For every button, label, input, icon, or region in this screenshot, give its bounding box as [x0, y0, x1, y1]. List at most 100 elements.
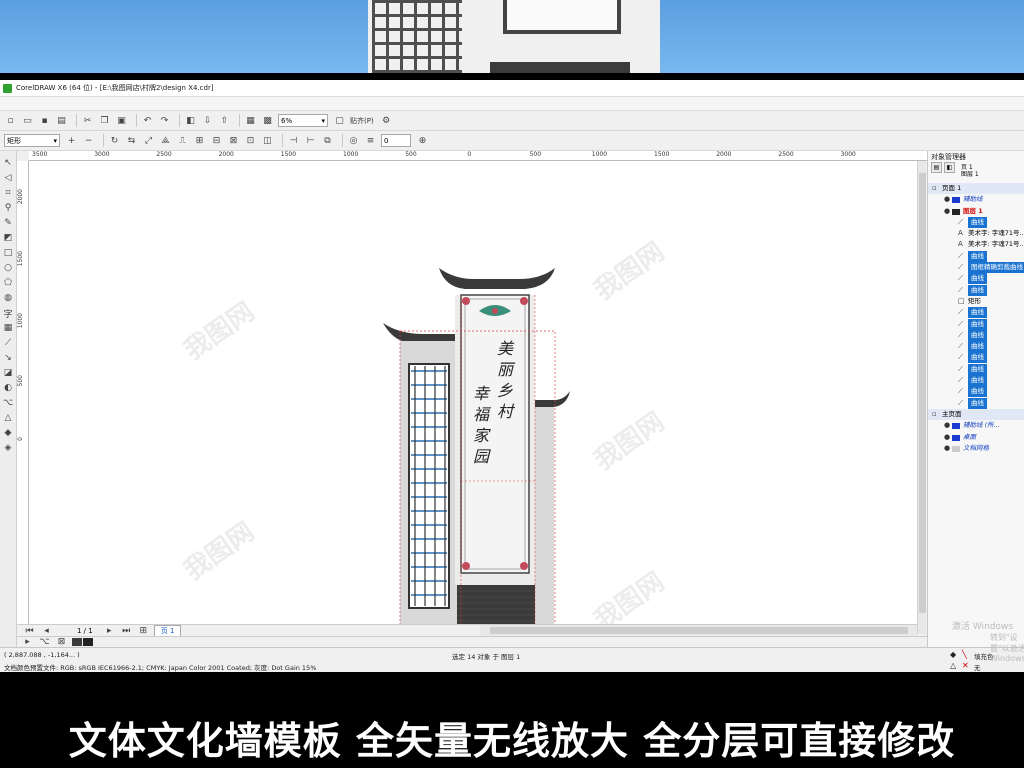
- vertical-scroll-thumb[interactable]: [919, 173, 926, 613]
- no-outline-icon[interactable]: ✕: [962, 661, 969, 670]
- horizontal-scrollbar[interactable]: [480, 624, 917, 636]
- angle-field[interactable]: 0: [381, 134, 411, 147]
- color-swatch[interactable]: [83, 638, 93, 646]
- object-tree-item[interactable]: ▫ 页面 1: [928, 183, 1024, 195]
- object-tree-item[interactable]: ⟋ 曲线: [928, 363, 1024, 375]
- object-tree-item[interactable]: ⟋ 曲线: [928, 375, 1024, 387]
- object-tree-item[interactable]: ⟋ 曲线: [928, 273, 1024, 285]
- color-profile-text[interactable]: 文档颜色预置文件: RGB: sRGB IEC61966-2.1; CMYK: …: [4, 662, 316, 672]
- polygon-tool-icon[interactable]: ⬠: [2, 277, 14, 289]
- object-tree-item[interactable]: A 美术字: 字魂71号...: [928, 228, 1024, 239]
- ruler-h-label: 500: [405, 151, 417, 158]
- object-tree-item[interactable]: ⟋ 曲线: [928, 397, 1024, 409]
- new-icon[interactable]: ▫: [4, 114, 17, 127]
- save-icon[interactable]: ▪: [38, 114, 51, 127]
- show-properties-icon[interactable]: ▤: [931, 162, 942, 173]
- color-swatch[interactable]: [72, 638, 82, 646]
- arrange-icon[interactable]: ⧉: [321, 134, 334, 147]
- distribute-icon[interactable]: ⊢: [304, 134, 317, 147]
- object-tree-label: 辅助线: [963, 195, 983, 204]
- mirror-icon[interactable]: ⇆: [125, 134, 138, 147]
- contour-icon[interactable]: ◎: [347, 134, 360, 147]
- object-tree-item[interactable]: ⟋ 曲线: [928, 284, 1024, 296]
- text-tool-icon[interactable]: 字: [2, 307, 14, 320]
- interactive-fill-icon[interactable]: ◈: [2, 442, 14, 454]
- basic-shapes-icon[interactable]: ◍: [2, 292, 14, 304]
- eyedropper-icon[interactable]: ⌥: [2, 397, 14, 409]
- rectangle-tool-icon[interactable]: □: [2, 247, 14, 259]
- outline-width-icon[interactable]: ≡: [364, 134, 377, 147]
- weld-icon[interactable]: ⊟: [210, 134, 223, 147]
- fill-tool-icon[interactable]: ◆: [2, 427, 14, 439]
- undo-icon[interactable]: ↶: [141, 114, 154, 127]
- object-tree-label: 曲线: [968, 307, 987, 319]
- object-tree-item[interactable]: ⟋ 曲线: [928, 318, 1024, 330]
- transparency-tool-icon[interactable]: ◐: [2, 382, 14, 394]
- import-icon[interactable]: ⇩: [201, 114, 214, 127]
- ellipse-tool-icon[interactable]: ○: [2, 262, 14, 274]
- object-tree-item[interactable]: ⟋ 图框精确剪裁曲线: [928, 262, 1024, 274]
- object-tree-item[interactable]: ⟋ 曲线: [928, 329, 1024, 341]
- table-tool-icon[interactable]: ▦: [2, 322, 14, 334]
- application-launcher-icon[interactable]: ▦: [244, 114, 257, 127]
- zoom-tool-icon[interactable]: ⚲: [2, 202, 14, 214]
- options-icon[interactable]: ⚙: [380, 114, 393, 127]
- simplify-icon[interactable]: ◫: [261, 134, 274, 147]
- outline-pen-icon[interactable]: △: [2, 412, 14, 424]
- edit-across-layers-icon[interactable]: ◧: [944, 162, 955, 173]
- object-tree-item[interactable]: ● 辅助线: [928, 194, 1024, 205]
- drawing-canvas[interactable]: 美丽乡村 幸福家园 我图网 我图网 我图网 我图网 我图网: [29, 161, 917, 624]
- combine-icon[interactable]: ⊞: [193, 134, 206, 147]
- intersect-icon[interactable]: ⊡: [244, 134, 257, 147]
- snap-to-menu[interactable]: 贴齐(P): [350, 116, 374, 126]
- add-preset-icon[interactable]: +: [65, 134, 78, 147]
- object-tree-item[interactable]: ● 文档网格: [928, 443, 1024, 454]
- search-content-icon[interactable]: ◧: [184, 114, 197, 127]
- blend-tool-icon[interactable]: ◪: [2, 367, 14, 379]
- print-icon[interactable]: ▤: [55, 114, 68, 127]
- remove-preset-icon[interactable]: −: [82, 134, 95, 147]
- copy-icon[interactable]: ❐: [98, 114, 111, 127]
- wrap-icon[interactable]: ⎍: [176, 134, 189, 147]
- object-tree-item[interactable]: ● 图层 1: [928, 206, 1024, 217]
- object-tree-item[interactable]: ⟋ 曲线: [928, 250, 1024, 262]
- vertical-scrollbar[interactable]: [917, 161, 926, 634]
- open-icon[interactable]: ▭: [21, 114, 34, 127]
- page-tab[interactable]: 页 1: [153, 624, 182, 637]
- object-tree-item[interactable]: ⟋ 曲线: [928, 352, 1024, 364]
- smart-fill-icon[interactable]: ◩: [2, 232, 14, 244]
- no-fill-icon[interactable]: ╲: [962, 650, 967, 659]
- object-tree-item[interactable]: ● 桌面: [928, 432, 1024, 443]
- object-tree-item[interactable]: ⟋ 曲线: [928, 216, 1024, 228]
- object-tree-item[interactable]: ⟋ 曲线: [928, 341, 1024, 353]
- perspective-icon[interactable]: ⟁: [159, 134, 172, 147]
- object-tree-item[interactable]: A 美术字: 字魂71号...: [928, 239, 1024, 250]
- full-screen-icon[interactable]: ▢: [333, 114, 346, 127]
- pick-tool-icon[interactable]: ↖: [2, 157, 14, 169]
- skew-icon[interactable]: ⤢: [142, 134, 155, 147]
- paste-icon[interactable]: ▣: [115, 114, 128, 127]
- object-tree-item[interactable]: ● 辅助线 (所...: [928, 420, 1024, 431]
- connector-tool-icon[interactable]: ↘: [2, 352, 14, 364]
- horizontal-scroll-thumb[interactable]: [490, 627, 908, 634]
- sign-text-left[interactable]: 幸福家园: [473, 383, 491, 467]
- rotate-icon[interactable]: ↻: [108, 134, 121, 147]
- dimension-tool-icon[interactable]: ⟋: [2, 337, 14, 349]
- crop-tool-icon[interactable]: ⌗: [2, 187, 14, 199]
- zoom-level-dropdown[interactable]: 6% ▾: [278, 114, 328, 127]
- cut-icon[interactable]: ✂: [81, 114, 94, 127]
- sign-text-right[interactable]: 美丽乡村: [497, 338, 515, 422]
- object-tree-item[interactable]: ⟋ 曲线: [928, 307, 1024, 319]
- align-icon[interactable]: ⊣: [287, 134, 300, 147]
- object-tree-item[interactable]: ▫ 主页面: [928, 408, 1024, 421]
- object-type-dropdown[interactable]: 矩形 ▾: [4, 134, 60, 147]
- freehand-tool-icon[interactable]: ✎: [2, 217, 14, 229]
- export-icon[interactable]: ⇧: [218, 114, 231, 127]
- redo-icon[interactable]: ↷: [158, 114, 171, 127]
- trim-icon[interactable]: ⊠: [227, 134, 240, 147]
- welcome-screen-icon[interactable]: ▩: [261, 114, 274, 127]
- apply-icon[interactable]: ⊕: [416, 134, 429, 147]
- object-tree-item[interactable]: ⟋ 曲线: [928, 386, 1024, 398]
- shape-tool-icon[interactable]: ◁: [2, 172, 14, 184]
- object-tree-item[interactable]: □ 矩形: [928, 296, 1024, 307]
